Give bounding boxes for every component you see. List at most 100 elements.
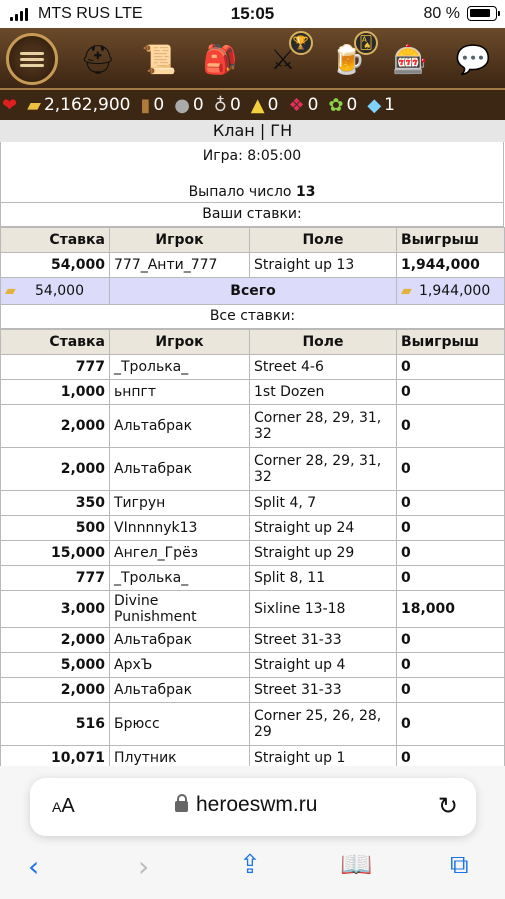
table-row: 516 Брюсс Corner 25, 26, 28, 29 0 bbox=[0, 701, 505, 746]
menu-button[interactable] bbox=[6, 33, 58, 85]
bet-player[interactable]: Альтабрак bbox=[109, 403, 250, 448]
bet-win: 0 bbox=[396, 353, 505, 380]
header-field: Поле bbox=[249, 328, 397, 355]
resource-sulfur: ▲ 0 bbox=[251, 95, 279, 116]
resource-gems: ✿ 0 bbox=[328, 95, 357, 116]
inventory-button[interactable]: 🎒 bbox=[194, 33, 246, 85]
page-title[interactable]: Клан | ГН bbox=[0, 120, 505, 142]
result-number: 13 bbox=[295, 183, 316, 200]
reload-icon[interactable]: ↻ bbox=[438, 792, 458, 820]
diamond-icon: ◆ bbox=[367, 94, 382, 116]
tavern-button[interactable]: 🍺 🂡 bbox=[322, 31, 378, 85]
bet-player[interactable]: Плутник bbox=[109, 744, 250, 766]
url-text[interactable]: heroeswm.ru bbox=[196, 793, 317, 817]
bet-player[interactable]: 777_Анти_777 bbox=[109, 251, 250, 278]
game-label: Игра: 8:05:00 bbox=[0, 142, 504, 170]
bet-field: Split 4, 7 bbox=[249, 489, 397, 516]
bet-win: 0 bbox=[396, 564, 505, 591]
bet-field: Straight up 4 bbox=[249, 651, 397, 678]
header-player: Игрок bbox=[109, 226, 250, 253]
bet-win: 0 bbox=[396, 744, 505, 766]
total-win-cell: ▰ 1,944,000 bbox=[396, 276, 505, 305]
scroll-map-icon: 📜 bbox=[141, 42, 177, 76]
resources-bar: ❤ ▰ 2,162,900 ▮ 0 ● 0 ♁ 0 ▲ 0 ❖ 0 ✿ 0 ◆ 1 bbox=[0, 90, 505, 120]
header-stake: Ставка bbox=[0, 226, 110, 253]
reader-aa-button[interactable]: AA bbox=[52, 795, 75, 818]
bet-win: 0 bbox=[396, 539, 505, 566]
share-icon[interactable]: ⇪ bbox=[239, 850, 261, 880]
bet-field: Straight up 1 bbox=[249, 744, 397, 766]
mercury-amount: 0 bbox=[229, 95, 241, 115]
lock-icon bbox=[175, 794, 188, 812]
bet-win: 1,944,000 bbox=[396, 251, 505, 278]
total-stake: 54,000 bbox=[35, 282, 84, 299]
status-bar: MTS RUS LTE 15:05 80 % bbox=[0, 0, 505, 28]
table-row: 10,071 Плутник Straight up 10 bbox=[0, 744, 505, 766]
table-row: 350 Тигрун Split 4, 70 bbox=[0, 489, 505, 516]
bet-player[interactable]: Альтабрак bbox=[109, 446, 250, 491]
bet-stake: 1,000 bbox=[0, 378, 110, 405]
bet-player[interactable]: АрхЪ bbox=[109, 651, 250, 678]
header-player: Игрок bbox=[109, 328, 250, 355]
bet-player[interactable]: Альтабрак bbox=[109, 626, 250, 653]
character-button[interactable]: ⛑ bbox=[72, 33, 124, 85]
tabs-icon[interactable]: ⧉ bbox=[450, 850, 469, 881]
bet-player[interactable]: Тигрун bbox=[109, 489, 250, 516]
bet-player[interactable]: _Тролька_ bbox=[109, 564, 250, 591]
bet-stake: 500 bbox=[0, 514, 110, 541]
bet-stake: 777 bbox=[0, 353, 110, 380]
bet-player[interactable]: _Тролька_ bbox=[109, 353, 250, 380]
total-row: ▰ 54,000 Всего ▰ 1,944,000 bbox=[0, 276, 505, 305]
bet-win: 0 bbox=[396, 701, 505, 746]
bet-field: Street 31-33 bbox=[249, 626, 397, 653]
gold-icon: ▰ bbox=[5, 282, 16, 299]
bet-field: Corner 28, 29, 31, 32 bbox=[249, 446, 397, 491]
ore-icon: ● bbox=[174, 94, 190, 116]
your-bets-table: Ставка Игрок Поле Выигрыш 54,000 777_Ант… bbox=[0, 226, 505, 329]
address-bar[interactable]: AA heroeswm.ru ↻ bbox=[30, 778, 476, 836]
bet-field: Sixline 13-18 bbox=[249, 589, 397, 628]
bet-field: Corner 28, 29, 31, 32 bbox=[249, 403, 397, 448]
resource-diamond: ◆ 1 bbox=[367, 95, 395, 116]
browser-nav-bar: ‹ › ⇪ 📖 ⧉ bbox=[0, 850, 505, 890]
bet-stake: 54,000 bbox=[0, 251, 110, 278]
bet-stake: 5,000 bbox=[0, 651, 110, 678]
bet-stake: 3,000 bbox=[0, 589, 110, 628]
backpack-icon: 🎒 bbox=[202, 42, 238, 76]
bet-stake: 2,000 bbox=[0, 403, 110, 448]
gold-amount: 2,162,900 bbox=[43, 95, 131, 115]
bet-player[interactable]: VInnnnyk13 bbox=[109, 514, 250, 541]
mercury-icon: ♁ bbox=[213, 94, 227, 116]
bet-win: 0 bbox=[396, 676, 505, 703]
total-win: 1,944,000 bbox=[419, 282, 491, 299]
table-row: 777 _Тролька_ Street 4-6 0 bbox=[0, 353, 505, 380]
bet-stake: 2,000 bbox=[0, 446, 110, 491]
bet-player[interactable]: Альтабрак bbox=[109, 676, 250, 703]
chat-button[interactable]: 💬 bbox=[447, 33, 499, 85]
bet-player[interactable]: ьнпгт bbox=[109, 378, 250, 405]
bet-field: Corner 25, 26, 28, 29 bbox=[249, 701, 397, 746]
table-row: 2,000 Альтабрак Corner 28, 29, 31, 32 0 bbox=[0, 403, 505, 448]
forward-icon[interactable]: › bbox=[138, 850, 149, 883]
roulette-coins-icon: 🎰 bbox=[392, 42, 428, 76]
bet-win: 0 bbox=[396, 651, 505, 678]
battery-percent: 80 % bbox=[423, 5, 460, 22]
bet-player[interactable]: Брюсс bbox=[109, 701, 250, 746]
sulfur-amount: 0 bbox=[267, 95, 279, 115]
bet-stake: 2,000 bbox=[0, 626, 110, 653]
bet-player[interactable]: Ангел_Грёз bbox=[109, 539, 250, 566]
roulette-button[interactable]: 🎰 bbox=[384, 33, 436, 85]
wood-amount: 0 bbox=[153, 95, 165, 115]
bet-stake: 516 bbox=[0, 701, 110, 746]
game-info-table: Игра: 8:05:00 Выпало число 13 Ваши ставк… bbox=[0, 142, 504, 227]
resource-wood: ▮ 0 bbox=[140, 95, 164, 116]
bet-win: 0 bbox=[396, 446, 505, 491]
header-win: Выигрыш bbox=[396, 226, 505, 253]
back-icon[interactable]: ‹ bbox=[28, 850, 39, 883]
bet-win: 0 bbox=[396, 403, 505, 448]
bet-player[interactable]: Divine Punishment bbox=[109, 589, 250, 628]
resource-health: ❤ bbox=[2, 95, 17, 116]
bookmarks-icon[interactable]: 📖 bbox=[340, 850, 372, 880]
battles-button[interactable]: ⚔ 🏆 bbox=[257, 31, 313, 85]
map-button[interactable]: 📜 bbox=[133, 33, 185, 85]
